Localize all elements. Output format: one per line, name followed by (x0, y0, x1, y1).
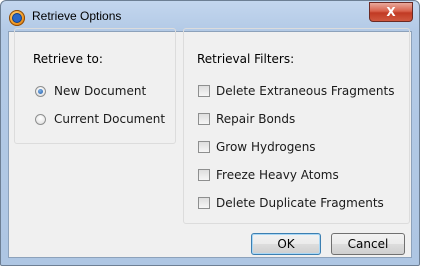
delete-duplicate-fragments-checkbox[interactable] (198, 197, 210, 209)
current-document-label[interactable]: Current Document (54, 112, 165, 126)
freeze-heavy-atoms-label[interactable]: Freeze Heavy Atoms (216, 168, 339, 182)
repair-bonds-label[interactable]: Repair Bonds (216, 112, 295, 126)
dialog-title: Retrieve Options (32, 9, 122, 23)
new-document-radio[interactable] (35, 86, 46, 97)
delete-extraneous-fragments-checkbox[interactable] (198, 85, 210, 97)
freeze-heavy-atoms-checkbox[interactable] (198, 169, 210, 181)
grow-hydrogens-checkbox[interactable] (198, 141, 210, 153)
app-icon (9, 10, 25, 26)
close-button[interactable]: X (369, 2, 413, 22)
grow-hydrogens-label[interactable]: Grow Hydrogens (216, 140, 316, 154)
new-document-label[interactable]: New Document (54, 84, 146, 98)
repair-bonds-checkbox[interactable] (198, 113, 210, 125)
retrieve-to-label: Retrieve to: (30, 52, 106, 66)
delete-duplicate-fragments-label[interactable]: Delete Duplicate Fragments (216, 196, 384, 210)
delete-extraneous-fragments-label[interactable]: Delete Extraneous Fragments (216, 84, 395, 98)
retrieval-filters-label: Retrieval Filters: (194, 52, 298, 66)
cancel-button[interactable]: Cancel (331, 233, 405, 255)
current-document-radio[interactable] (35, 114, 46, 125)
ok-button[interactable]: OK (251, 233, 321, 255)
